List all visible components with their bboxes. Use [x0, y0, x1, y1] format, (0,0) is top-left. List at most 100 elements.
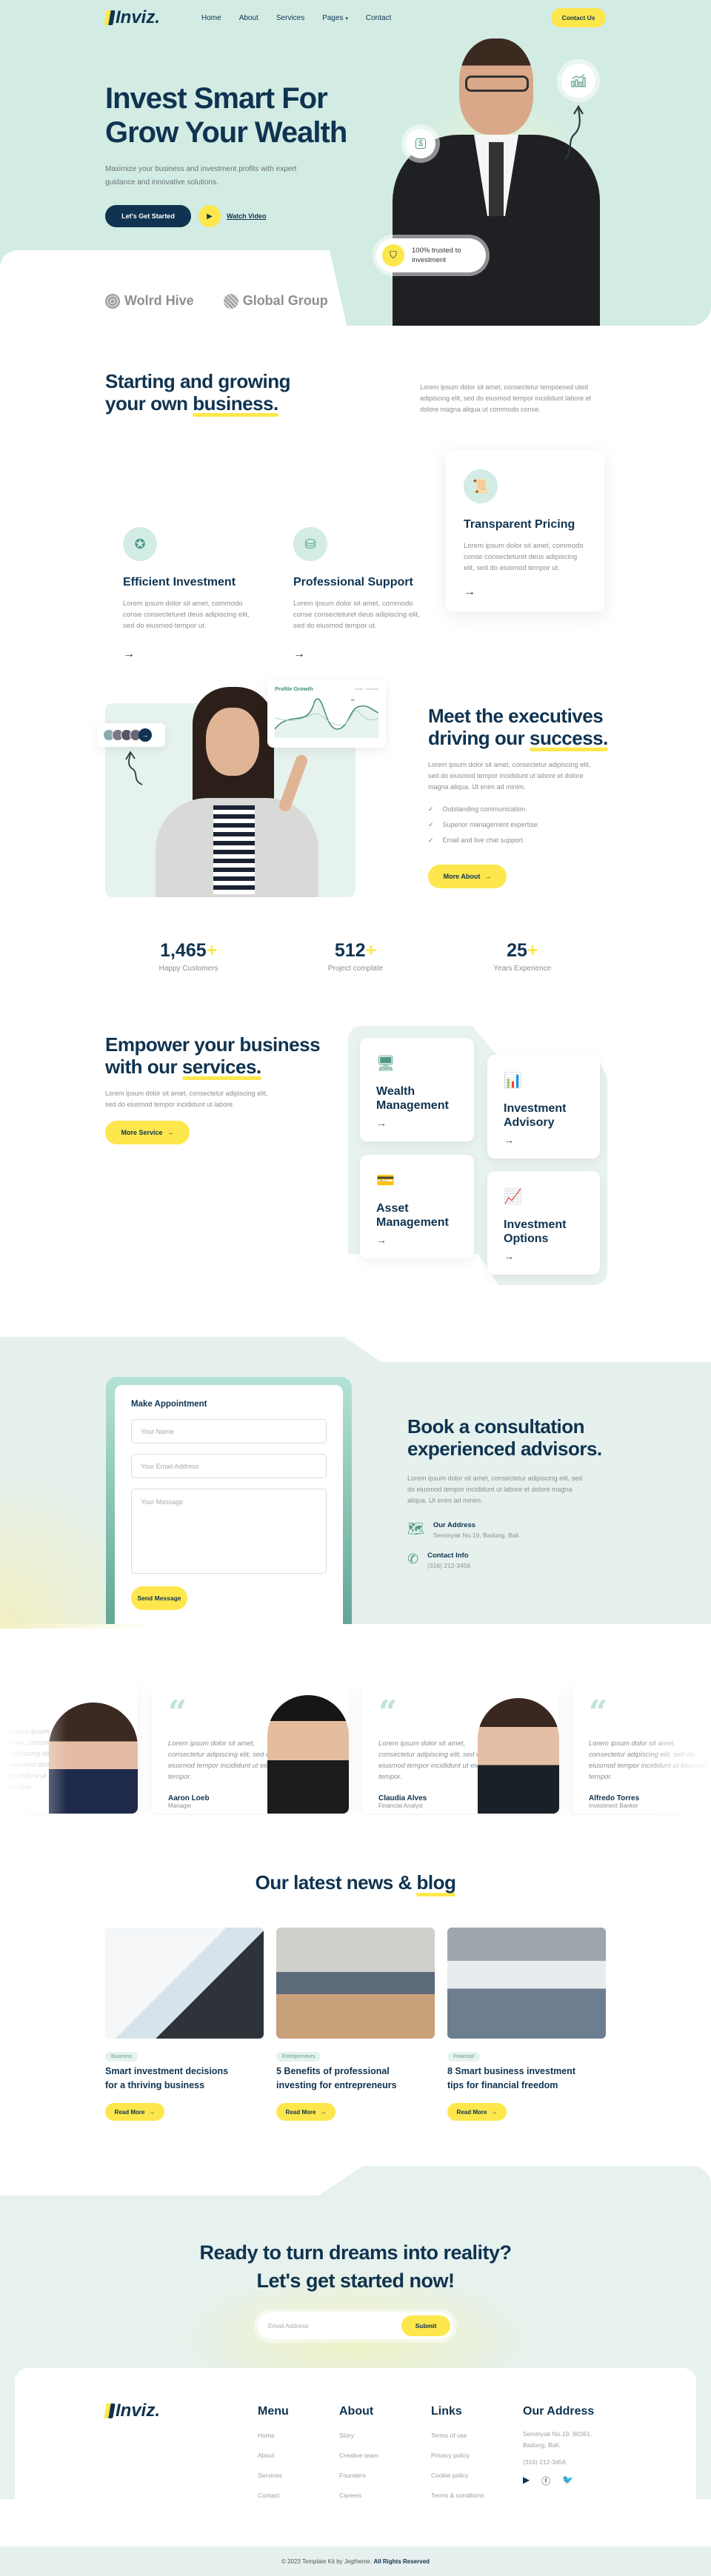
blog-title-highlight: blog: [416, 1871, 456, 1896]
nav-services[interactable]: Services: [276, 14, 304, 22]
blog-image[interactable]: [105, 1928, 264, 2039]
footer-phone[interactable]: (316) 212-3456: [523, 2458, 604, 2466]
footer-link[interactable]: Cookie policy: [431, 2472, 484, 2479]
testimonial-photo: [478, 1698, 559, 1814]
stats-row: 1,465 + Happy Customers 512+ Project compla…: [105, 940, 606, 973]
dollar-message-icon: $: [415, 138, 427, 149]
check-item: ✓ Email and live chat support.: [428, 836, 539, 852]
read-more-button[interactable]: Read More →: [105, 2103, 164, 2121]
blog-tag[interactable]: Financial: [447, 2052, 481, 2062]
footer-link[interactable]: Privacy policy: [431, 2452, 484, 2459]
email-input[interactable]: Your Email Address: [131, 1454, 327, 1478]
executives-checklist: ✓ Outstanding communication. ✓ Superior ma…: [428, 805, 539, 852]
testimonials-carousel[interactable]: Lorem ipsum dolor sit amet, consectetur …: [0, 1685, 711, 1815]
arrow-right-icon: →: [376, 1234, 387, 1246]
name-input[interactable]: Your Name: [131, 1419, 327, 1443]
facebook-icon[interactable]: ⓕ: [541, 2475, 550, 2487]
phone-icon: ✆: [407, 1552, 419, 1566]
partner-logo-1: Wolrd Hive: [105, 293, 194, 309]
stat-item: 512+ Project complate: [281, 940, 430, 973]
executives-title: Meet the executives driving our success.: [428, 705, 608, 751]
twitter-icon[interactable]: 🐦: [562, 2475, 573, 2487]
contact-us-button[interactable]: Contact Us: [551, 8, 606, 27]
newsletter-submit-button[interactable]: Submit: [401, 2315, 450, 2336]
footer-link[interactable]: Home: [258, 2432, 289, 2439]
footer-link[interactable]: Creative team: [339, 2452, 378, 2459]
arrow-right-icon[interactable]: →: [293, 648, 427, 661]
read-more-button[interactable]: Read More →: [447, 2103, 507, 2121]
nav-contact[interactable]: Contact: [366, 14, 391, 22]
check-icon: ✓: [428, 821, 434, 828]
blog-post-title[interactable]: 5 Benefits of professional investing for…: [276, 2065, 410, 2093]
watch-video-button[interactable]: ▶ Watch Video: [198, 205, 267, 227]
hero-title: Invest Smart For Grow Your Wealth: [105, 81, 347, 152]
nav-pages[interactable]: Pages ▾: [322, 14, 348, 22]
read-more-button[interactable]: Read More →: [276, 2103, 336, 2121]
blog-post: Financial 8 Smart business investment ti…: [447, 1928, 606, 2121]
blog-post-title[interactable]: Smart investment decisions for a thrivin…: [105, 2065, 238, 2093]
appointment-text: Lorem ipsum dolor sit amet, consectetur …: [407, 1475, 583, 1504]
stat-label: Happy Customers: [158, 965, 218, 973]
brand-logo[interactable]: Inviz.: [104, 7, 161, 28]
service-card[interactable]: 📈 Investment Options →: [487, 1171, 600, 1275]
check-item: ✓ Superior management expertise.: [428, 821, 539, 836]
footer-link[interactable]: Founders: [339, 2472, 378, 2479]
feature-title: Efficient Investment: [123, 576, 236, 588]
send-message-button[interactable]: Send Message: [131, 1586, 187, 1610]
footer-link[interactable]: About: [258, 2452, 289, 2459]
chevron-down-icon: ▾: [345, 16, 348, 21]
footer-link[interactable]: Services: [258, 2472, 289, 2479]
contact-value[interactable]: (316) 212-3456: [427, 1562, 470, 1569]
site-footer: Inviz. Menu Home About Services Contact …: [15, 2368, 696, 2546]
footer-column-title: Menu: [258, 2405, 289, 2418]
testimonial-card: “ Lorem ipsum dolor sit amet, consectetu…: [152, 1685, 349, 1814]
feature-card: ✪ Efficient Investment Lorem ipsum dolor…: [123, 527, 256, 661]
chart-badge: [561, 64, 595, 98]
nav-about[interactable]: About: [239, 14, 258, 22]
blog-post-title[interactable]: 8 Smart business investment tips for fin…: [447, 2065, 588, 2093]
service-card[interactable]: 📊 Investment Advisory →: [487, 1055, 600, 1158]
rights-text: All Rights Reserved: [373, 2557, 430, 2565]
blog-tag[interactable]: Business: [105, 2052, 138, 2062]
arrow-right-icon[interactable]: →: [464, 586, 587, 599]
stat-value: 1,465: [160, 940, 207, 961]
bar-chart-icon: [571, 74, 586, 87]
more-service-button[interactable]: More Service →: [105, 1121, 190, 1144]
footer-link[interactable]: Terms & conditions: [431, 2492, 484, 2499]
blog-image[interactable]: [276, 1928, 435, 2039]
footer-link[interactable]: Contact: [258, 2492, 289, 2499]
more-about-button[interactable]: More About →: [428, 865, 507, 888]
contact-label: Contact Info: [427, 1552, 469, 1560]
team-avatars-widget[interactable]: →: [97, 723, 165, 747]
youtube-icon[interactable]: ▶: [523, 2475, 530, 2487]
stat-suffix: +: [527, 940, 538, 961]
footer-logo[interactable]: Inviz.: [104, 2401, 160, 2421]
brand-name: Inviz.: [116, 7, 161, 27]
arrow-right-icon[interactable]: →: [123, 648, 256, 661]
footer-link[interactable]: Terms of use: [431, 2432, 484, 2439]
blog-tag[interactable]: Entrepreneurs: [276, 2052, 321, 2062]
blog-post: Entrepreneurs 5 Benefits of professional…: [276, 1928, 435, 2121]
certificate-icon: 📜: [464, 469, 498, 503]
arrow-right-icon: →: [504, 1250, 514, 1262]
footer-column-title: Our Address: [523, 2405, 595, 2418]
get-started-button[interactable]: Let's Get Started: [105, 205, 191, 227]
shield-check-icon: ⛉: [382, 244, 404, 266]
nav-home[interactable]: Home: [201, 14, 221, 22]
testimonial-photo: [267, 1695, 349, 1814]
services-title-line2: with our: [105, 1056, 182, 1078]
message-textarea[interactable]: Your Massage: [131, 1489, 327, 1574]
service-title: Investment Options: [504, 1218, 567, 1245]
globe-lines-icon: [223, 293, 238, 309]
watch-video-label: Watch Video: [227, 212, 267, 220]
footer-link[interactable]: Careers: [339, 2492, 378, 2499]
nav-pages-label: Pages: [322, 13, 344, 22]
blog-image[interactable]: [447, 1928, 606, 2039]
partner-logos: Wolrd Hive Global Group: [105, 293, 328, 309]
address-value: Seminyak No.19, Badung, Bali.: [433, 1532, 521, 1539]
service-card[interactable]: 💳 Asset Management →: [360, 1155, 474, 1258]
newsletter-email-input[interactable]: Email Address: [268, 2322, 401, 2330]
service-card[interactable]: 🖥 Wealth Management →: [360, 1038, 474, 1141]
legend-today: Today: [355, 687, 363, 691]
footer-link[interactable]: Story: [339, 2432, 378, 2439]
